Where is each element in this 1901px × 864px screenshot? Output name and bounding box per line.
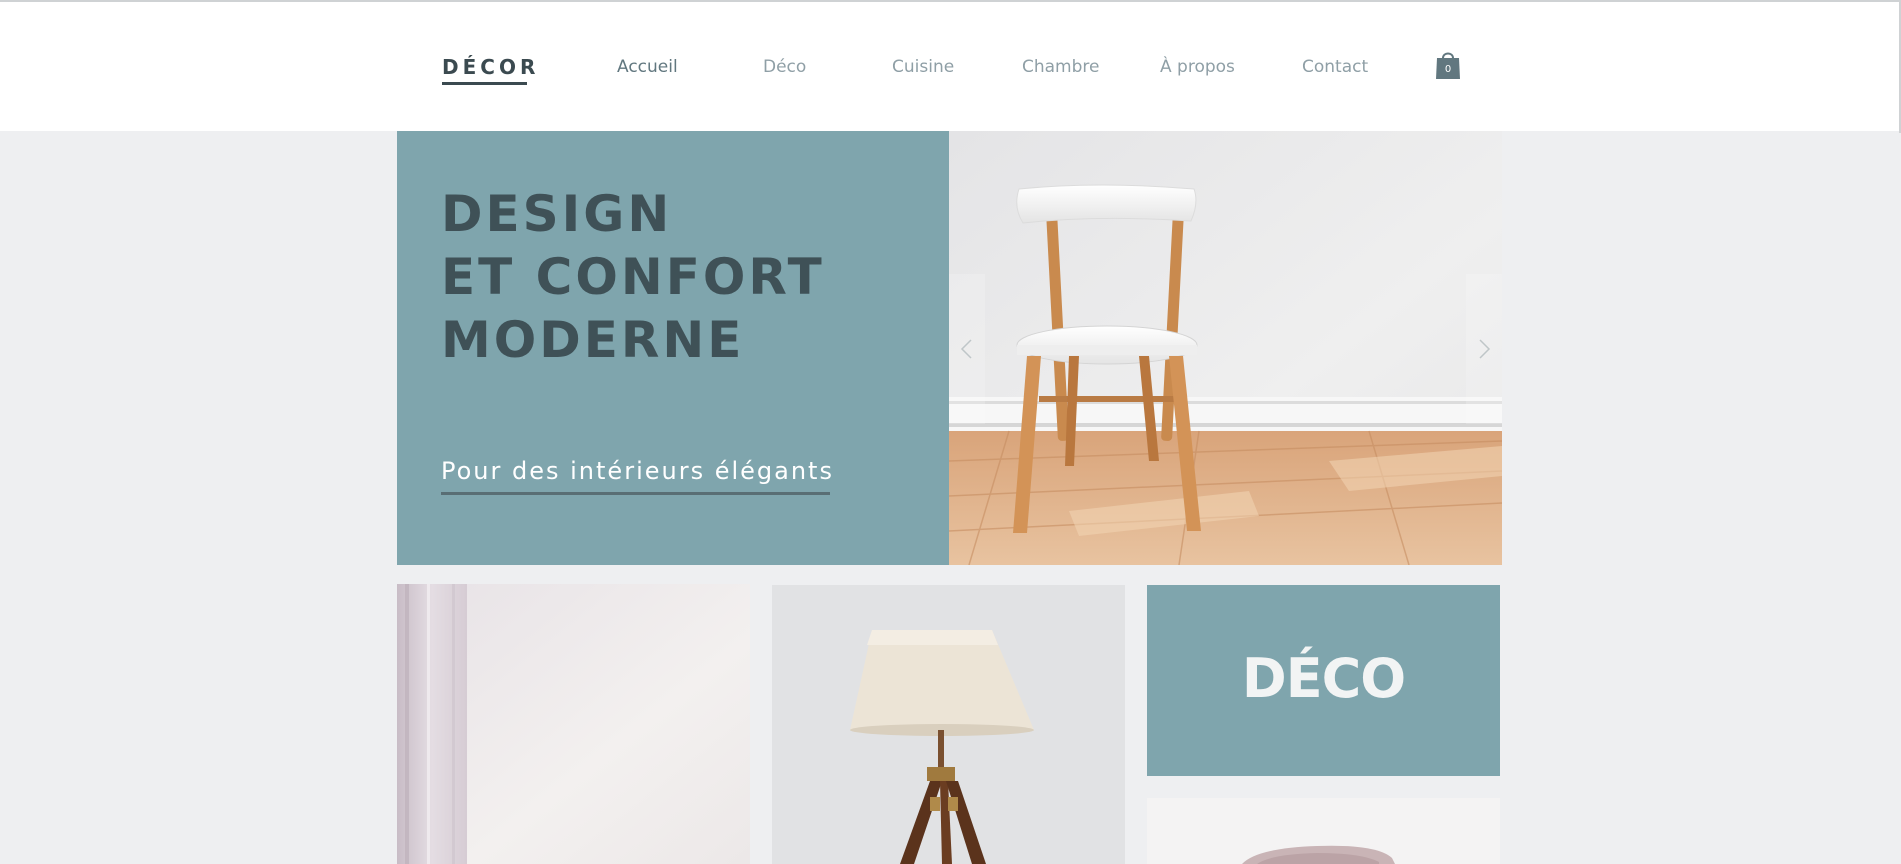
chevron-left-icon [960,339,972,359]
site-header: DÉCOR Accueil Déco Cuisine Chambre À pro… [0,0,1901,133]
cart-button[interactable]: 0 [1434,48,1462,80]
category-label-deco: DÉCO [1241,647,1406,710]
nav-item-deco[interactable]: Déco [763,57,806,77]
hero-text-panel: DESIGN ET CONFORT MODERNE Pour des intér… [397,131,949,565]
hero-title-line-1: DESIGN [441,185,673,243]
curtain-image [397,584,750,864]
cart-count: 0 [1444,64,1452,75]
page: DÉCOR Accueil Déco Cuisine Chambre À pro… [0,0,1901,864]
slideshow-next-button[interactable] [1466,274,1502,424]
chair-image [949,131,1502,565]
armchair-image [1147,798,1500,864]
hero-title-line-3: MODERNE [441,311,745,369]
hero-link-underline [441,492,830,495]
chevron-right-icon [1479,339,1491,359]
slideshow-prev-button[interactable] [949,274,985,424]
nav-item-contact[interactable]: Contact [1302,57,1368,77]
hero-title: DESIGN ET CONFORT MODERNE [441,183,825,372]
nav-item-chambre[interactable]: Chambre [1022,57,1100,77]
lamp-image [772,585,1125,864]
hero-cta-link[interactable]: Pour des intérieurs élégants [441,457,834,485]
nav-item-accueil[interactable]: Accueil [617,57,678,77]
main-nav: Accueil Déco Cuisine Chambre À propos Co… [0,57,1901,81]
nav-item-a-propos[interactable]: À propos [1160,57,1235,77]
hero-slideshow [949,131,1502,565]
logo-underline [442,82,527,85]
nav-item-cuisine[interactable]: Cuisine [892,57,954,77]
product-tile-curtain[interactable] [397,584,750,864]
category-tile-deco[interactable]: DÉCO [1147,585,1500,776]
product-tile-lamp[interactable] [772,585,1125,864]
hero-title-line-2: ET CONFORT [441,248,825,306]
product-tile-armchair[interactable] [1147,798,1500,864]
